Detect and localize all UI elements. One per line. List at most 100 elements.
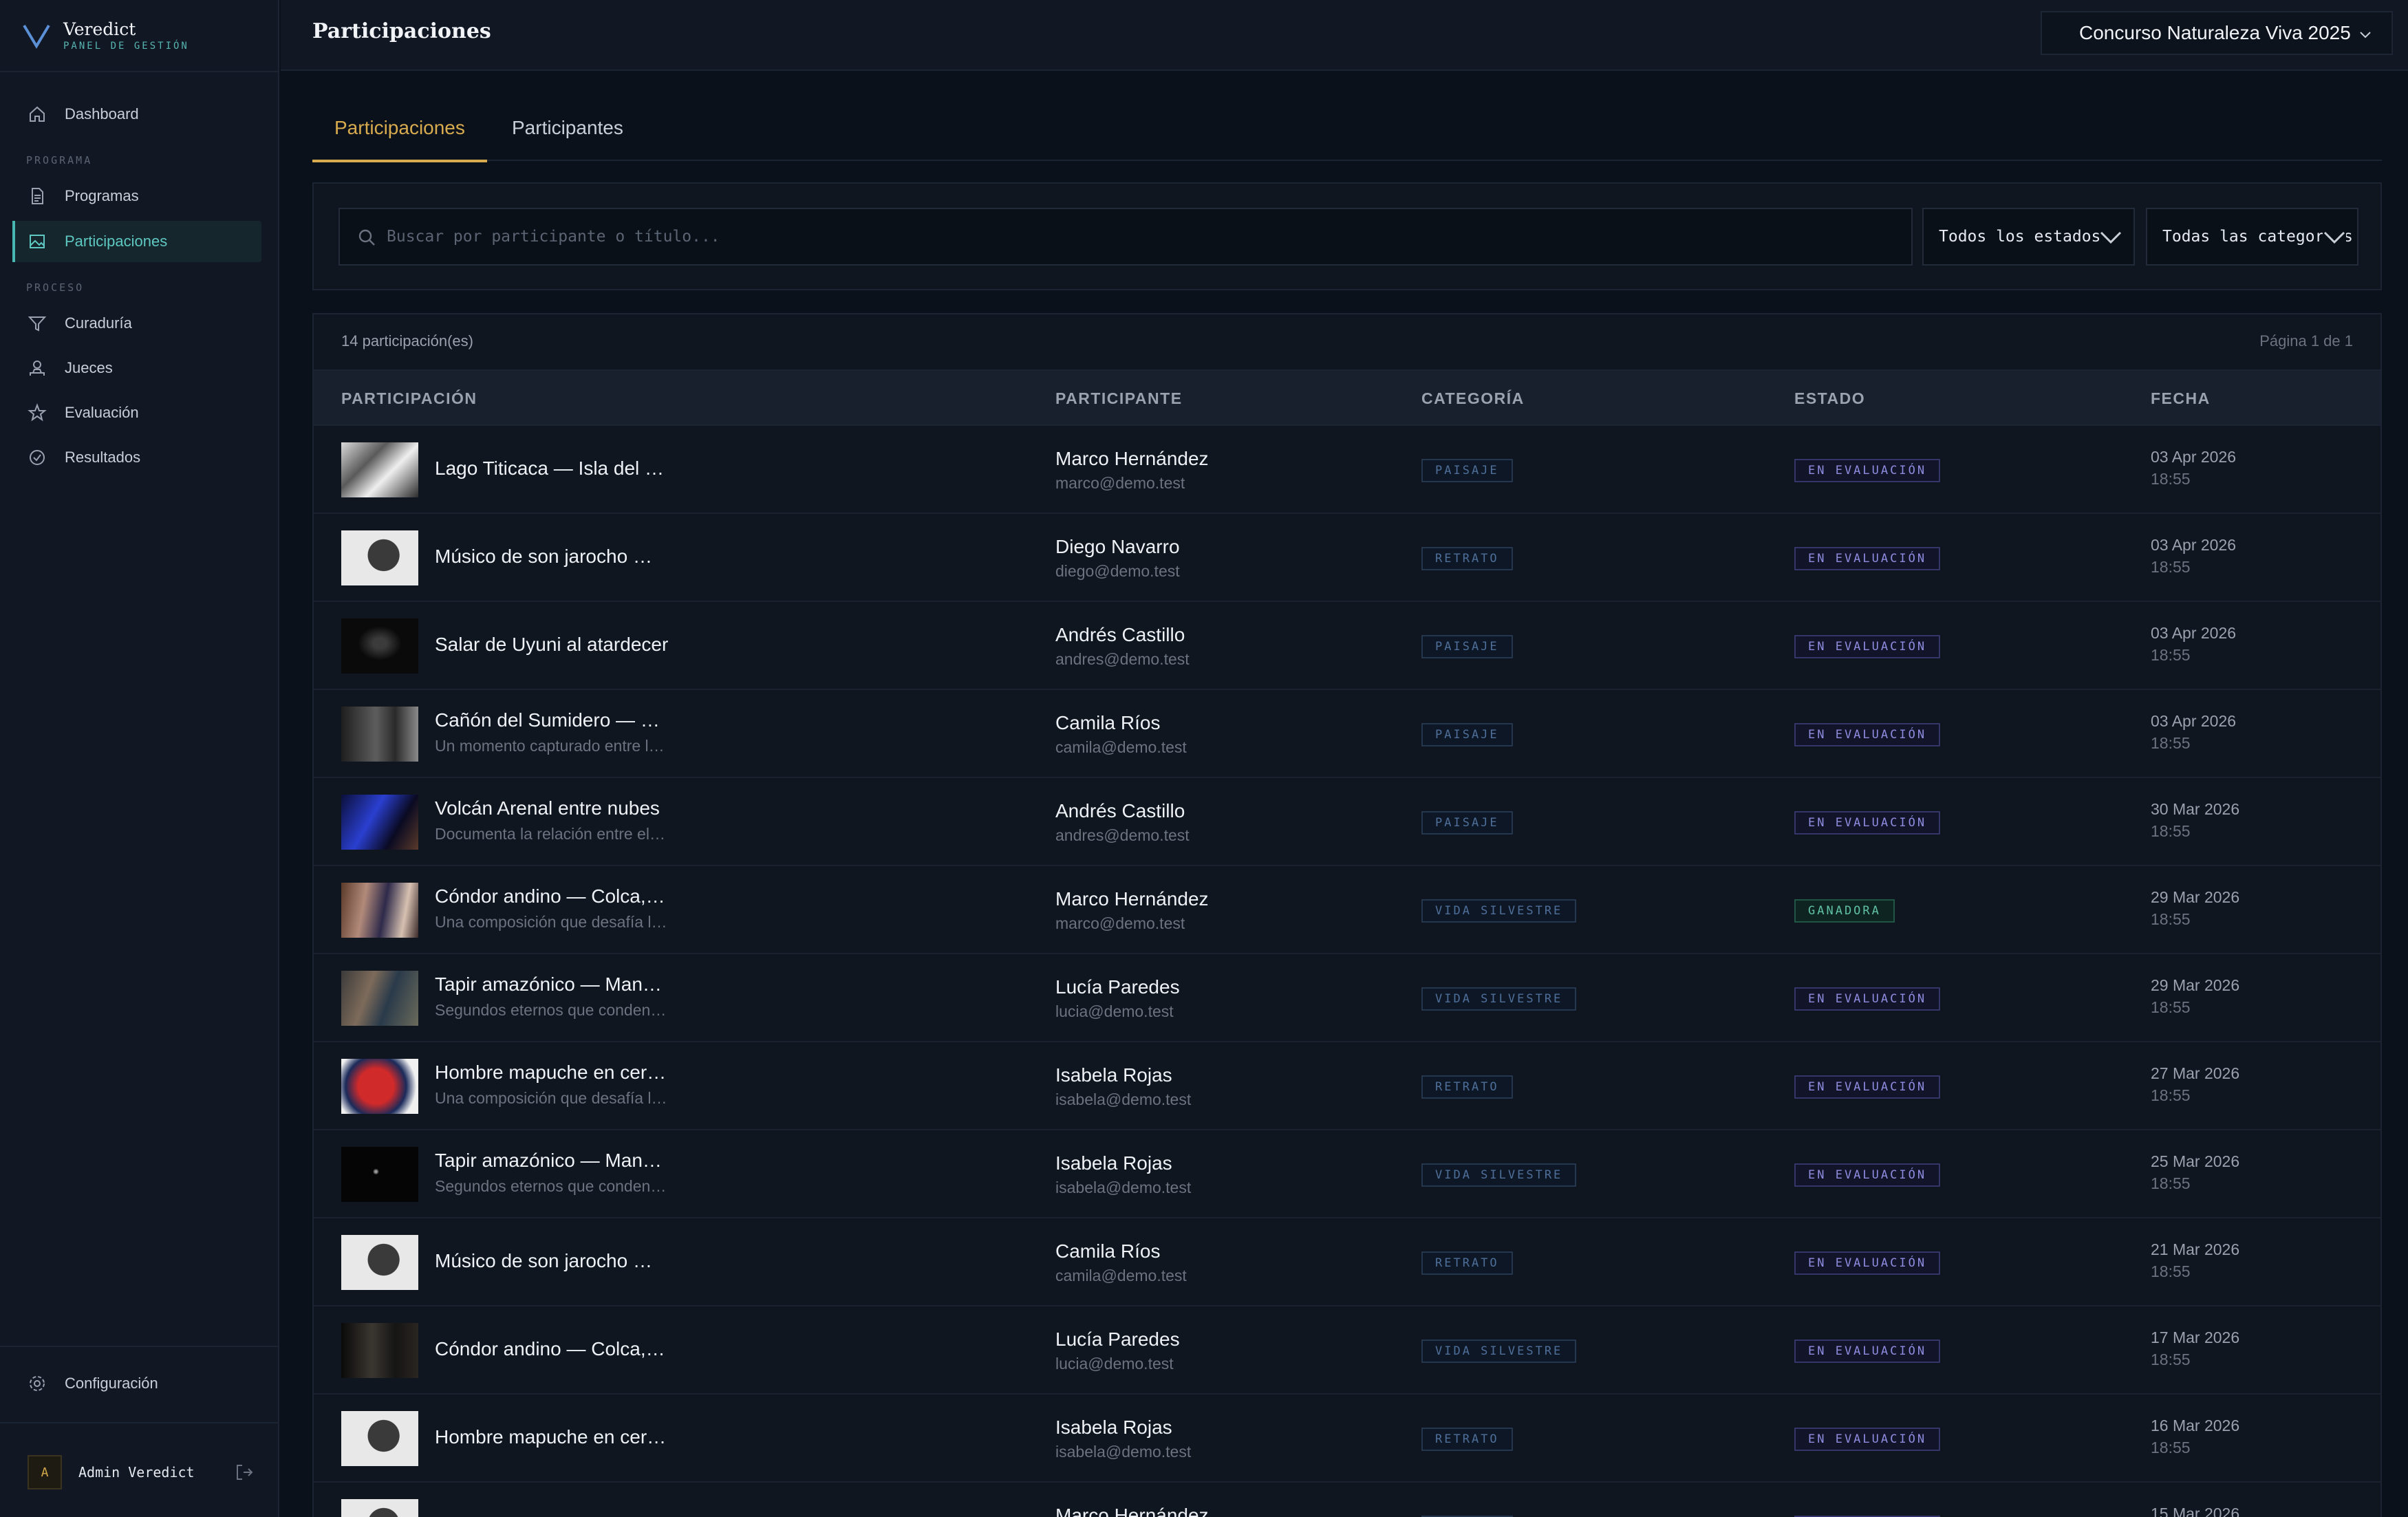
tab-participantes[interactable]: Participantes [512, 117, 623, 161]
sidebar-item-configuracion[interactable]: Configuración [14, 1363, 261, 1404]
table-row[interactable]: Cañón del Sumidero — Chiapas Un momento c… [314, 690, 2380, 778]
brand-name: Veredict [63, 19, 136, 39]
entry-title[interactable]: Tapir amazónico — Manú, Perú [435, 973, 669, 996]
entry-thumbnail[interactable] [341, 1411, 418, 1466]
brand-subtitle: PANEL DE GESTIÓN [63, 41, 189, 52]
entry-title[interactable]: Hombre mapuche en ceremonia [435, 1062, 669, 1084]
entry-thumbnail[interactable] [341, 707, 418, 762]
entry-thumbnail[interactable] [341, 618, 418, 674]
participant-name: Marco Hernández [1055, 888, 1209, 910]
column-header-category[interactable]: CATEGORÍA [1421, 389, 1525, 408]
column-header-status[interactable]: ESTADO [1794, 389, 1865, 408]
column-header-date[interactable]: FECHA [2151, 389, 2211, 408]
pagination-info: Página 1 de 1 [2259, 332, 2353, 349]
sidebar-item-resultados[interactable]: Resultados [14, 437, 261, 478]
table-row[interactable]: Tapir amazónico — Manú, Perú Segundos ete… [314, 1130, 2380, 1218]
table-row[interactable]: Cóndor andino — Colca, Perú Una composici… [314, 866, 2380, 954]
search-input[interactable] [387, 228, 1911, 246]
entry-thumbnail[interactable] [341, 1235, 418, 1290]
participant-name: Lucía Paredes [1055, 976, 1180, 998]
entry-thumbnail[interactable] [341, 530, 418, 585]
entry-thumbnail[interactable] [341, 442, 418, 497]
entry-thumbnail[interactable] [341, 971, 418, 1026]
category-badge: RETRATO [1421, 547, 1513, 570]
entry-description: Una composición que desafía la mirada [435, 1089, 669, 1107]
table-row[interactable]: Hombre mapuche en ceremonia Una composici… [314, 1042, 2380, 1130]
sidebar-item-curaduria[interactable]: Curaduría [14, 303, 261, 344]
entries-count: 14 participación(es) [341, 332, 473, 349]
tab-bar: Participaciones Participantes [312, 109, 2382, 162]
entry-title[interactable]: Cañón del Sumidero — Chiapas [435, 709, 669, 731]
sidebar-item-label: Dashboard [65, 105, 139, 122]
table-row[interactable]: Músico de son jarocho — Veracruz Camila R… [314, 1218, 2380, 1306]
status-badge: EN EVALUACIÓN [1794, 635, 1941, 658]
contest-selector[interactable]: Concurso Naturaleza Viva 2025 [2041, 11, 2393, 55]
participant-name: Isabela Rojas [1055, 1064, 1172, 1086]
status-badge: EN EVALUACIÓN [1794, 1428, 1941, 1451]
table-row[interactable]: Lago Titicaca — Isla del Sol Marco Hernán… [314, 426, 2380, 514]
tab-participaciones[interactable]: Participaciones [312, 117, 487, 162]
sidebar-item-dashboard[interactable]: Dashboard [14, 94, 261, 135]
logout-icon[interactable] [234, 1462, 255, 1483]
table-row[interactable]: Salar de Uyuni al atardecer Andrés Castil… [314, 602, 2380, 690]
entry-thumbnail[interactable] [341, 883, 418, 938]
table-row[interactable]: Músico de son jarocho — Veracruz Diego Na… [314, 514, 2380, 602]
entry-description: Segundos eternos que condensan [435, 1177, 669, 1195]
entry-title[interactable]: Lago Titicaca — Isla del Sol [435, 458, 669, 480]
entry-title[interactable]: Cóndor andino — Colca, Perú [435, 1338, 669, 1360]
column-header-participant[interactable]: PARTICIPANTE [1055, 389, 1183, 408]
entry-title[interactable]: Joven garífuna — Honduras [435, 1514, 669, 1517]
status-badge: EN EVALUACIÓN [1794, 459, 1941, 482]
brand[interactable]: Veredict PANEL DE GESTIÓN [22, 17, 189, 55]
entry-title[interactable]: Cóndor andino — Colca, Perú [435, 885, 669, 907]
entry-time: 18:55 [2151, 1174, 2191, 1192]
user-profile[interactable]: A Admin Veredict [28, 1455, 255, 1489]
status-filter-value: Todos los estados [1939, 228, 2101, 246]
entry-title[interactable]: Músico de son jarocho — Veracruz [435, 1250, 669, 1272]
document-icon [32, 188, 43, 204]
chevron-down-icon [2360, 32, 2371, 39]
entry-title[interactable]: Hombre mapuche en ceremonia [435, 1426, 669, 1448]
category-badge: VIDA SILVESTRE [1421, 1163, 1577, 1187]
entry-title[interactable]: Tapir amazónico — Manú, Perú [435, 1150, 669, 1172]
participant-name: Andrés Castillo [1055, 800, 1185, 821]
table-row[interactable]: Volcán Arenal entre nubes Documenta la re… [314, 778, 2380, 866]
entry-time: 18:55 [2151, 822, 2191, 840]
entry-date: 30 Mar 2026 [2151, 800, 2240, 818]
table-row[interactable]: Tapir amazónico — Manú, Perú Segundos ete… [314, 954, 2380, 1042]
entry-time: 18:55 [2151, 1351, 2191, 1368]
category-filter-select[interactable]: Todas las categorías [2146, 208, 2358, 266]
column-header-entry[interactable]: PARTICIPACIÓN [341, 389, 477, 408]
participant-email: diego@demo.test [1055, 562, 1180, 580]
sidebar-item-programas[interactable]: Programas [14, 175, 261, 217]
entry-thumbnail[interactable] [341, 1059, 418, 1114]
category-badge: PAISAJE [1421, 723, 1513, 746]
sidebar-item-participaciones[interactable]: Participaciones [12, 221, 261, 262]
entry-title[interactable]: Músico de son jarocho — Veracruz [435, 546, 669, 568]
divider [0, 1346, 279, 1347]
sidebar-item-evaluacion[interactable]: Evaluación [14, 392, 261, 433]
table-row[interactable]: Cóndor andino — Colca, Perú Lucía Paredes… [314, 1306, 2380, 1395]
entry-time: 18:55 [2151, 734, 2191, 752]
sidebar-item-jueces[interactable]: Jueces [14, 347, 261, 389]
entry-title[interactable]: Volcán Arenal entre nubes [435, 797, 669, 819]
entry-date: 25 Mar 2026 [2151, 1152, 2240, 1170]
table-row[interactable]: Joven garífuna — Honduras Marco Hernández… [314, 1483, 2380, 1517]
status-badge: GANADORA [1794, 899, 1895, 923]
entry-thumbnail[interactable] [341, 1323, 418, 1378]
status-filter-select[interactable]: Todos los estados [1922, 208, 2135, 266]
sidebar-item-label: Curaduría [65, 314, 132, 332]
divider [0, 71, 279, 72]
entry-title[interactable]: Salar de Uyuni al atardecer [435, 634, 669, 656]
entry-time: 18:55 [2151, 910, 2191, 928]
participant-email: camila@demo.test [1055, 738, 1187, 756]
entry-thumbnail[interactable] [341, 1147, 418, 1202]
table-row[interactable]: Hombre mapuche en ceremonia Isabela Rojas… [314, 1395, 2380, 1483]
status-badge: EN EVALUACIÓN [1794, 811, 1941, 835]
category-badge: RETRATO [1421, 1251, 1513, 1275]
judge-icon [30, 361, 45, 376]
search-box[interactable] [338, 208, 1913, 266]
entry-thumbnail[interactable] [341, 1499, 418, 1517]
entry-thumbnail[interactable] [341, 795, 418, 850]
status-badge: EN EVALUACIÓN [1794, 1163, 1941, 1187]
